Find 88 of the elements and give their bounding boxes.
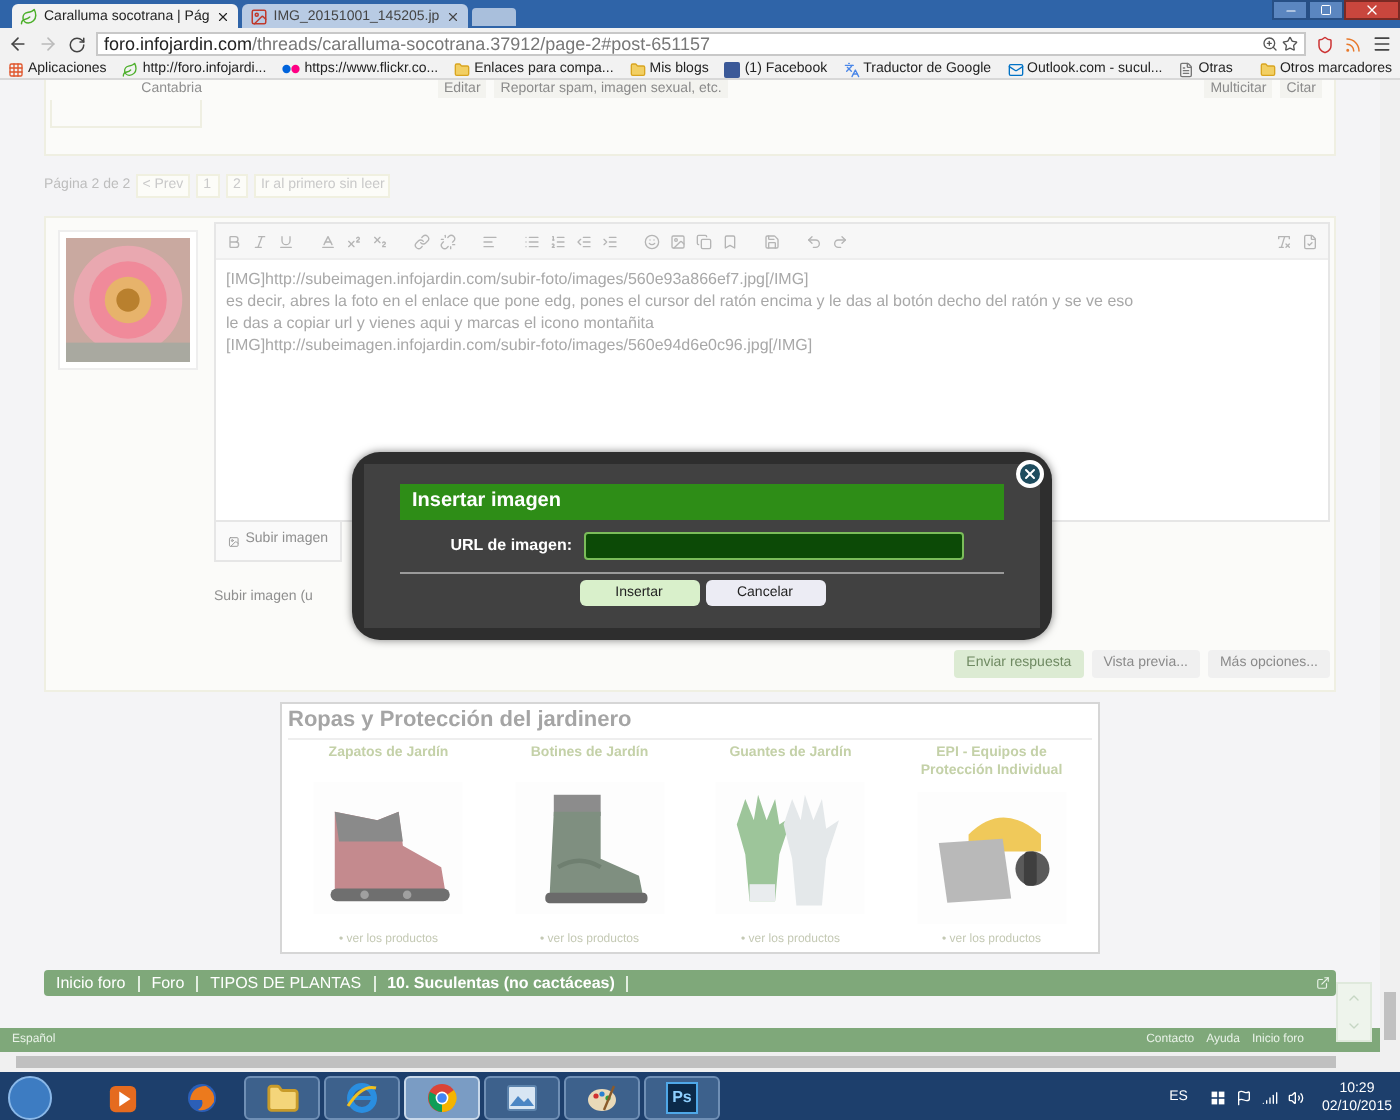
url-input[interactable] <box>584 532 964 560</box>
numbered-list-icon[interactable] <box>550 233 566 249</box>
translate-icon <box>843 61 860 77</box>
taskbar-app[interactable]: Ps <box>644 1076 720 1120</box>
align-left-icon[interactable] <box>482 233 498 249</box>
message-line: [IMG]http://subeimagen.infojardin.com/subir-foto/images/560e93a866ef7.jpg[/IMG] <box>226 268 811 290</box>
media-player-icon <box>107 1083 137 1113</box>
breadcrumb-item[interactable]: TIPOS DE PLANTAS <box>198 975 376 991</box>
undo-icon[interactable] <box>806 233 822 249</box>
bookmark-icon[interactable] <box>722 233 738 249</box>
save-icon[interactable] <box>764 233 780 249</box>
mail-icon <box>1007 61 1024 77</box>
media-icon[interactable] <box>696 233 712 249</box>
source-mode-icon[interactable] <box>1302 233 1318 249</box>
message-line: es decir, abres la foto en el enlace que pone edg, pones el cursor del ratón encima y le das al botón decho del ratón y se ve eso <box>226 290 1136 312</box>
maximize-icon <box>1320 4 1332 16</box>
message-line: [IMG]http://subeimagen.infojardin.com/subir-foto/images/560e94d6e0c96.jpg[/IMG] <box>226 334 815 356</box>
outdent-icon[interactable] <box>576 233 592 249</box>
scroll-up-icon[interactable] <box>1346 990 1362 1006</box>
square-icon <box>724 61 741 77</box>
external-link-icon[interactable] <box>1316 976 1330 990</box>
image-icon[interactable] <box>670 233 686 249</box>
close-icon <box>1364 2 1380 18</box>
page-icon <box>1178 61 1195 77</box>
image-icon <box>249 7 268 25</box>
bold-icon[interactable] <box>226 233 242 249</box>
bullet-list-icon[interactable] <box>524 233 540 249</box>
folder-icon <box>265 1081 299 1115</box>
back-icon[interactable] <box>8 34 28 54</box>
image-icon <box>228 533 240 549</box>
taskbar-app[interactable] <box>324 1076 400 1120</box>
zoom-icon[interactable] <box>1262 36 1278 52</box>
reload-icon[interactable] <box>68 35 86 53</box>
url-text: foro.infojardin.com/threads/caralluma-socotrana.37912/page-2#post-651157 <box>104 35 711 53</box>
subscript-icon[interactable] <box>372 233 388 249</box>
photo-viewer-icon <box>506 1082 538 1114</box>
maximize-button[interactable] <box>1308 0 1344 20</box>
new-tab-button[interactable] <box>471 8 516 26</box>
close-icon[interactable] <box>445 9 460 23</box>
start-button[interactable] <box>8 1076 52 1120</box>
breadcrumb-item[interactable]: Foro <box>139 975 199 991</box>
leaf-icon <box>20 7 38 25</box>
leaf-icon <box>122 61 139 77</box>
taskbar-app[interactable] <box>564 1076 640 1120</box>
redo-icon[interactable] <box>832 233 848 249</box>
italic-icon[interactable] <box>252 233 268 249</box>
menu-icon[interactable] <box>1372 34 1392 54</box>
superscript-icon[interactable] <box>346 233 362 249</box>
close-icon[interactable] <box>215 9 230 23</box>
extension-icon[interactable] <box>1316 35 1334 53</box>
photoshop-icon: Ps <box>666 1082 698 1114</box>
browser-e-icon <box>346 1082 378 1114</box>
grid-icon <box>8 61 24 77</box>
tray-icon[interactable] <box>1209 1090 1226 1106</box>
breadcrumb-item[interactable]: 10. Suculentas (no cactáceas) <box>375 975 629 991</box>
underline-icon[interactable] <box>278 233 294 249</box>
folder-icon <box>1259 61 1276 77</box>
folder-icon <box>454 61 471 77</box>
network-icon[interactable] <box>1261 1090 1278 1106</box>
fox-globe-icon <box>186 1082 218 1114</box>
minimize-button[interactable] <box>1272 0 1308 20</box>
smiley-icon[interactable] <box>644 233 660 249</box>
flag-icon[interactable] <box>1235 1090 1252 1106</box>
scroll-thumb[interactable] <box>16 1056 1336 1068</box>
volume-icon[interactable] <box>1287 1090 1304 1106</box>
dots-icon <box>282 64 301 74</box>
address-field[interactable]: foro.infojardin.com/threads/caralluma-socotrana.37912/page-2#post-651157 <box>96 32 1306 56</box>
message-line: le das a copiar url y vienes aqui y marcas el icono montañita <box>226 312 656 334</box>
dialog-title: Insertar imagen <box>400 484 1004 520</box>
palette-icon <box>586 1082 618 1114</box>
breadcrumb-item[interactable]: Inicio foro <box>44 975 140 991</box>
indent-icon[interactable] <box>602 233 618 249</box>
scroll-down-icon[interactable] <box>1346 1018 1362 1034</box>
bookmark-star-icon[interactable] <box>1282 36 1298 52</box>
clear-format-icon[interactable] <box>1276 233 1292 249</box>
ad-title: Ropas y Protección del jardinero <box>288 710 1092 740</box>
unlink-icon[interactable] <box>440 233 456 249</box>
rss-icon[interactable] <box>1344 35 1362 53</box>
url-label: URL de imagen: <box>448 534 572 558</box>
text-color-icon[interactable] <box>320 233 336 249</box>
scroll-thumb[interactable] <box>1384 992 1396 1040</box>
close-icon <box>1022 466 1038 482</box>
link-icon[interactable] <box>414 233 430 249</box>
forward-icon[interactable] <box>38 34 58 54</box>
folder-icon <box>629 61 646 77</box>
chrome-icon <box>426 1082 458 1114</box>
taskbar-app[interactable] <box>244 1076 320 1120</box>
taskbar-app[interactable] <box>484 1076 560 1120</box>
